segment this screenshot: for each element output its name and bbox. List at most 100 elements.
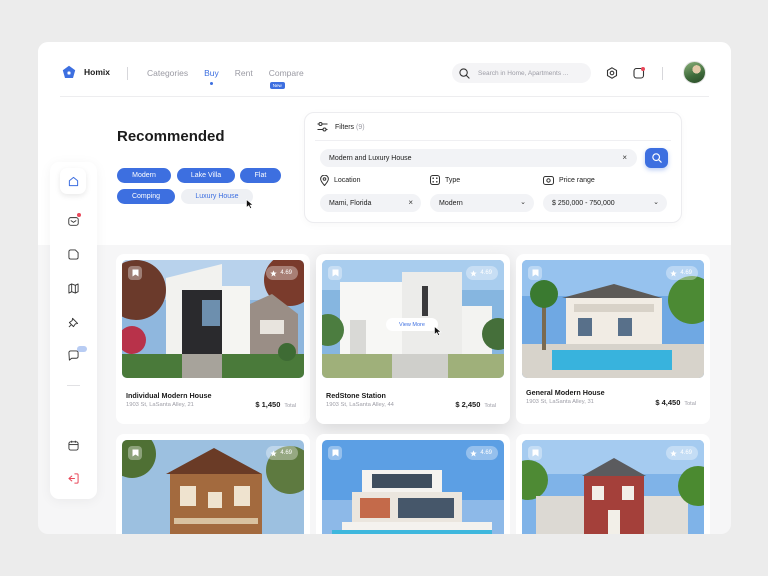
listing-name: General Modern House (526, 388, 605, 397)
bookmark-button[interactable] (328, 266, 342, 280)
search-placeholder: Search in Home, Apartments ... (478, 69, 569, 77)
main-nav: Categories Buy Rent Compare New (147, 68, 304, 89)
nav-categories[interactable]: Categories (147, 68, 188, 78)
sidebar-item-home[interactable] (60, 168, 86, 194)
chat-badge (77, 346, 87, 352)
header-divider (60, 96, 709, 97)
rating-value: 4.69 (280, 270, 292, 276)
bookmark-button[interactable] (128, 446, 142, 460)
listing-card[interactable]: 4.69 Individual Modern House 1903 St, La… (116, 254, 310, 424)
active-indicator (209, 82, 213, 85)
chip-luxury-house[interactable]: Luxury House (181, 189, 253, 204)
apply-search-button[interactable] (645, 148, 668, 168)
logout-icon (67, 472, 79, 484)
brand-logo[interactable]: Homix (62, 65, 110, 79)
location-value: Mami, Florida (329, 199, 372, 207)
location-label: Location (320, 175, 360, 186)
nav-rent[interactable]: Rent (235, 68, 253, 78)
price-label-text: Price range (559, 176, 595, 184)
sidebar-divider (67, 385, 80, 386)
filters-divider (315, 140, 671, 141)
listing-card[interactable]: 4.69 (516, 434, 710, 534)
listing-name: Individual Modern House (126, 391, 212, 400)
bookmark-button[interactable] (528, 446, 542, 460)
nav-compare[interactable]: Compare New (269, 68, 304, 89)
filters-header[interactable]: Filters (9) (317, 122, 365, 132)
sidebar-item-messages[interactable] (63, 211, 83, 231)
folder-icon (67, 248, 79, 260)
sidebar-item-pin[interactable] (63, 312, 83, 332)
bookmark-button[interactable] (328, 446, 342, 460)
bookmark-button[interactable] (528, 266, 542, 280)
header-separator (127, 67, 128, 80)
settings-icon[interactable] (606, 67, 618, 79)
price-value: $ 1,450 (255, 400, 281, 409)
sidebar-item-folder[interactable] (63, 244, 83, 264)
nav-buy[interactable]: Buy (204, 68, 219, 85)
rating-value: 4.69 (680, 450, 692, 456)
property-photo: 4.69 (522, 440, 704, 534)
sidebar-item-calendar[interactable] (63, 435, 83, 455)
sidebar (50, 162, 97, 499)
price-unit: Total (684, 401, 696, 407)
bookmark-icon (532, 269, 538, 277)
filters-count: (9) (356, 123, 365, 131)
location-select[interactable]: Mami, Florida × (320, 194, 421, 212)
bookmark-icon (132, 449, 138, 457)
rating-value: 4.69 (280, 450, 292, 456)
filter-query-input[interactable]: Modern and Luxury House × (320, 149, 637, 167)
home-icon (68, 176, 78, 186)
property-photo: 4.69 (322, 440, 504, 534)
listing-card[interactable]: 4.69 (116, 434, 310, 534)
home-logo-icon (62, 65, 76, 78)
listing-card[interactable]: 4.69 (316, 434, 510, 534)
type-label: Type (430, 175, 460, 185)
sidebar-item-logout[interactable] (63, 468, 83, 488)
listing-card[interactable]: 4.69 View More RedStone Station 1903 St,… (316, 254, 510, 424)
type-label-text: Type (445, 176, 461, 184)
star-icon (470, 269, 478, 276)
chip-comping[interactable]: Comping (117, 189, 175, 204)
app-window: Homix Categories Buy Rent Compare New Sea… (38, 42, 731, 534)
rating-badge: 4.69 (666, 266, 698, 280)
chip-flat[interactable]: Flat (240, 168, 281, 183)
bookmark-icon (132, 269, 138, 277)
pin-icon (68, 317, 78, 327)
chat-icon (67, 349, 79, 361)
filters-panel: Filters (9) Modern and Luxury House × Lo… (304, 112, 682, 223)
notification-badge (76, 212, 82, 218)
star-icon (470, 449, 478, 456)
filters-title: Filters (9) (335, 124, 365, 131)
listing-card[interactable]: 4.69 General Modern House 1903 St, LaSan… (516, 254, 710, 424)
listing-address: 1903 St, LaSanta Alley, 44 (326, 402, 394, 408)
star-icon (270, 269, 278, 276)
price-unit: Total (284, 403, 296, 409)
price-select[interactable]: $ 250,000 - 750,000 ⌄ (543, 194, 667, 212)
new-badge: New (269, 82, 285, 89)
chip-lake-villa[interactable]: Lake Villa (177, 168, 235, 183)
brand-name: Homix (84, 67, 110, 77)
property-photo: 4.69 (122, 440, 304, 534)
type-select[interactable]: Modern ⌄ (430, 194, 534, 212)
chip-modern[interactable]: Modern (117, 168, 171, 183)
property-photo: 4.69 View More (322, 260, 504, 378)
price-value: $ 4,450 (655, 398, 681, 407)
sidebar-item-map[interactable] (63, 278, 83, 298)
filter-query-value: Modern and Luxury House (329, 154, 412, 162)
bookmark-icon (532, 449, 538, 457)
search-bar[interactable]: Search in Home, Apartments ... (452, 63, 591, 83)
clear-query-icon[interactable]: × (622, 153, 627, 162)
rating-badge: 4.69 (466, 266, 498, 280)
sidebar-item-chat[interactable] (63, 345, 87, 365)
rating-badge: 4.69 (666, 446, 698, 460)
notification-icon[interactable] (633, 67, 645, 79)
property-photo: 4.69 (122, 260, 304, 378)
view-more-button[interactable]: View More (386, 318, 438, 331)
clear-location-icon[interactable]: × (408, 198, 413, 207)
bookmark-button[interactable] (128, 266, 142, 280)
price-unit: Total (484, 403, 496, 409)
user-avatar[interactable] (683, 61, 706, 84)
listing-price: $ 2,450 Total (455, 400, 496, 409)
grid-icon (430, 175, 440, 185)
chevron-down-icon: ⌄ (653, 199, 659, 206)
